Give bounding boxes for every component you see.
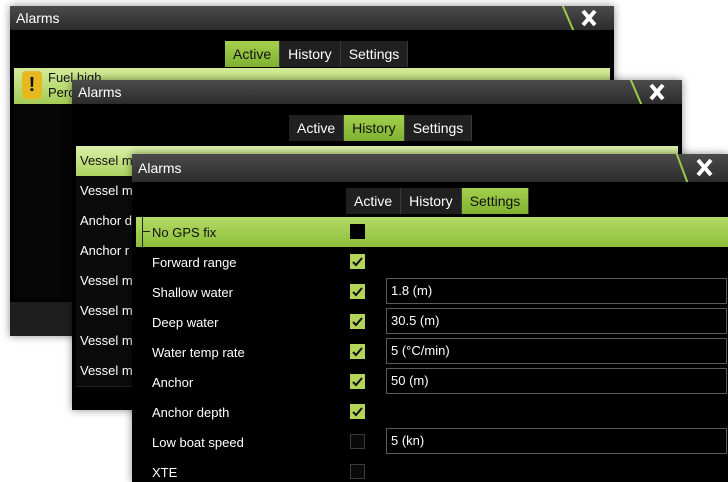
setting-row-no-gps-fix[interactable]: No GPS fix	[136, 217, 728, 247]
history-row-label: Anchor d	[80, 213, 133, 228]
checkbox[interactable]	[350, 314, 365, 329]
tab-active[interactable]: Active	[346, 188, 402, 214]
history-row-label: Vessel m	[80, 363, 133, 378]
water-temp-rate-value-field[interactable]: 5 (°C/min)	[386, 338, 727, 364]
setting-row-low-boat-speed[interactable]: Low boat speed 5 (kn)	[136, 427, 728, 457]
setting-row-xte[interactable]: XTE	[136, 457, 728, 482]
anchor-value-field[interactable]: 50 (m)	[386, 368, 727, 394]
checkbox[interactable]	[350, 344, 365, 359]
title-bar: Alarms	[10, 6, 614, 30]
checkmark-icon	[352, 287, 363, 297]
tab-bar: Active History Settings	[346, 188, 530, 214]
setting-label: XTE	[152, 465, 178, 480]
title-bar: Alarms	[72, 80, 682, 104]
window-title: Alarms	[16, 10, 60, 26]
tab-settings[interactable]: Settings	[340, 41, 409, 67]
history-row-label: Vessel m	[80, 183, 133, 198]
close-icon	[629, 80, 665, 104]
checkmark-icon	[352, 317, 363, 327]
history-row-label: Vessel m	[80, 303, 133, 318]
setting-label: Water temp rate	[152, 345, 245, 360]
history-row-label: Vessel m	[80, 273, 133, 288]
tab-bar: Active History Settings	[289, 115, 473, 141]
tab-settings[interactable]: Settings	[404, 115, 473, 141]
checkmark-icon	[352, 377, 363, 387]
tab-active[interactable]: Active	[225, 41, 281, 67]
checkbox[interactable]	[350, 374, 365, 389]
setting-label: Low boat speed	[152, 435, 244, 450]
title-bar: Alarms	[132, 154, 728, 182]
setting-row-anchor-depth[interactable]: Anchor depth	[136, 397, 728, 427]
deep-water-value-field[interactable]: 30.5 (m)	[386, 308, 727, 334]
setting-row-deep-water[interactable]: Deep water 30.5 (m)	[136, 307, 728, 337]
window-title: Alarms	[138, 160, 182, 176]
history-row-label: Anchor r	[80, 243, 130, 258]
checkbox[interactable]	[350, 464, 365, 479]
shallow-water-value-field[interactable]: 1.8 (m)	[386, 278, 727, 304]
setting-row-anchor[interactable]: Anchor 50 (m)	[136, 367, 728, 397]
setting-row-water-temp-rate[interactable]: Water temp rate 5 (°C/min)	[136, 337, 728, 367]
setting-label: Deep water	[152, 315, 219, 330]
checkmark-icon	[352, 347, 363, 357]
close-button[interactable]	[670, 154, 728, 182]
tab-active[interactable]: Active	[289, 115, 345, 141]
tab-bar: Active History Settings	[225, 41, 409, 67]
checkbox[interactable]	[350, 404, 365, 419]
close-icon	[561, 6, 597, 30]
history-row-label: Vessel m	[80, 333, 133, 348]
warning-icon: !	[22, 71, 42, 99]
window-title: Alarms	[78, 84, 122, 100]
checkbox[interactable]	[350, 224, 365, 239]
close-button[interactable]	[624, 80, 682, 104]
setting-row-shallow-water[interactable]: Shallow water 1.8 (m)	[136, 277, 728, 307]
checkbox[interactable]	[350, 254, 365, 269]
checkmark-icon	[352, 407, 363, 417]
tab-history[interactable]: History	[280, 41, 341, 67]
setting-label: Anchor	[152, 375, 194, 390]
close-button[interactable]	[556, 6, 614, 30]
tab-history[interactable]: History	[344, 115, 405, 141]
checkbox[interactable]	[350, 434, 365, 449]
history-row-label: Vessel m	[80, 153, 133, 168]
setting-row-forward-range[interactable]: Forward range	[136, 247, 728, 277]
tab-settings[interactable]: Settings	[461, 188, 530, 214]
close-icon	[675, 154, 713, 182]
checkmark-icon	[352, 257, 363, 267]
setting-label: No GPS fix	[152, 225, 217, 240]
checkbox[interactable]	[350, 284, 365, 299]
tab-history[interactable]: History	[401, 188, 462, 214]
setting-label: Anchor depth	[152, 405, 230, 420]
low-boat-speed-value-field[interactable]: 5 (kn)	[386, 428, 727, 454]
alarms-window-settings: Alarms Active History Settings No GPS fi…	[132, 154, 728, 482]
setting-label: Forward range	[152, 255, 237, 270]
setting-label: Shallow water	[152, 285, 233, 300]
